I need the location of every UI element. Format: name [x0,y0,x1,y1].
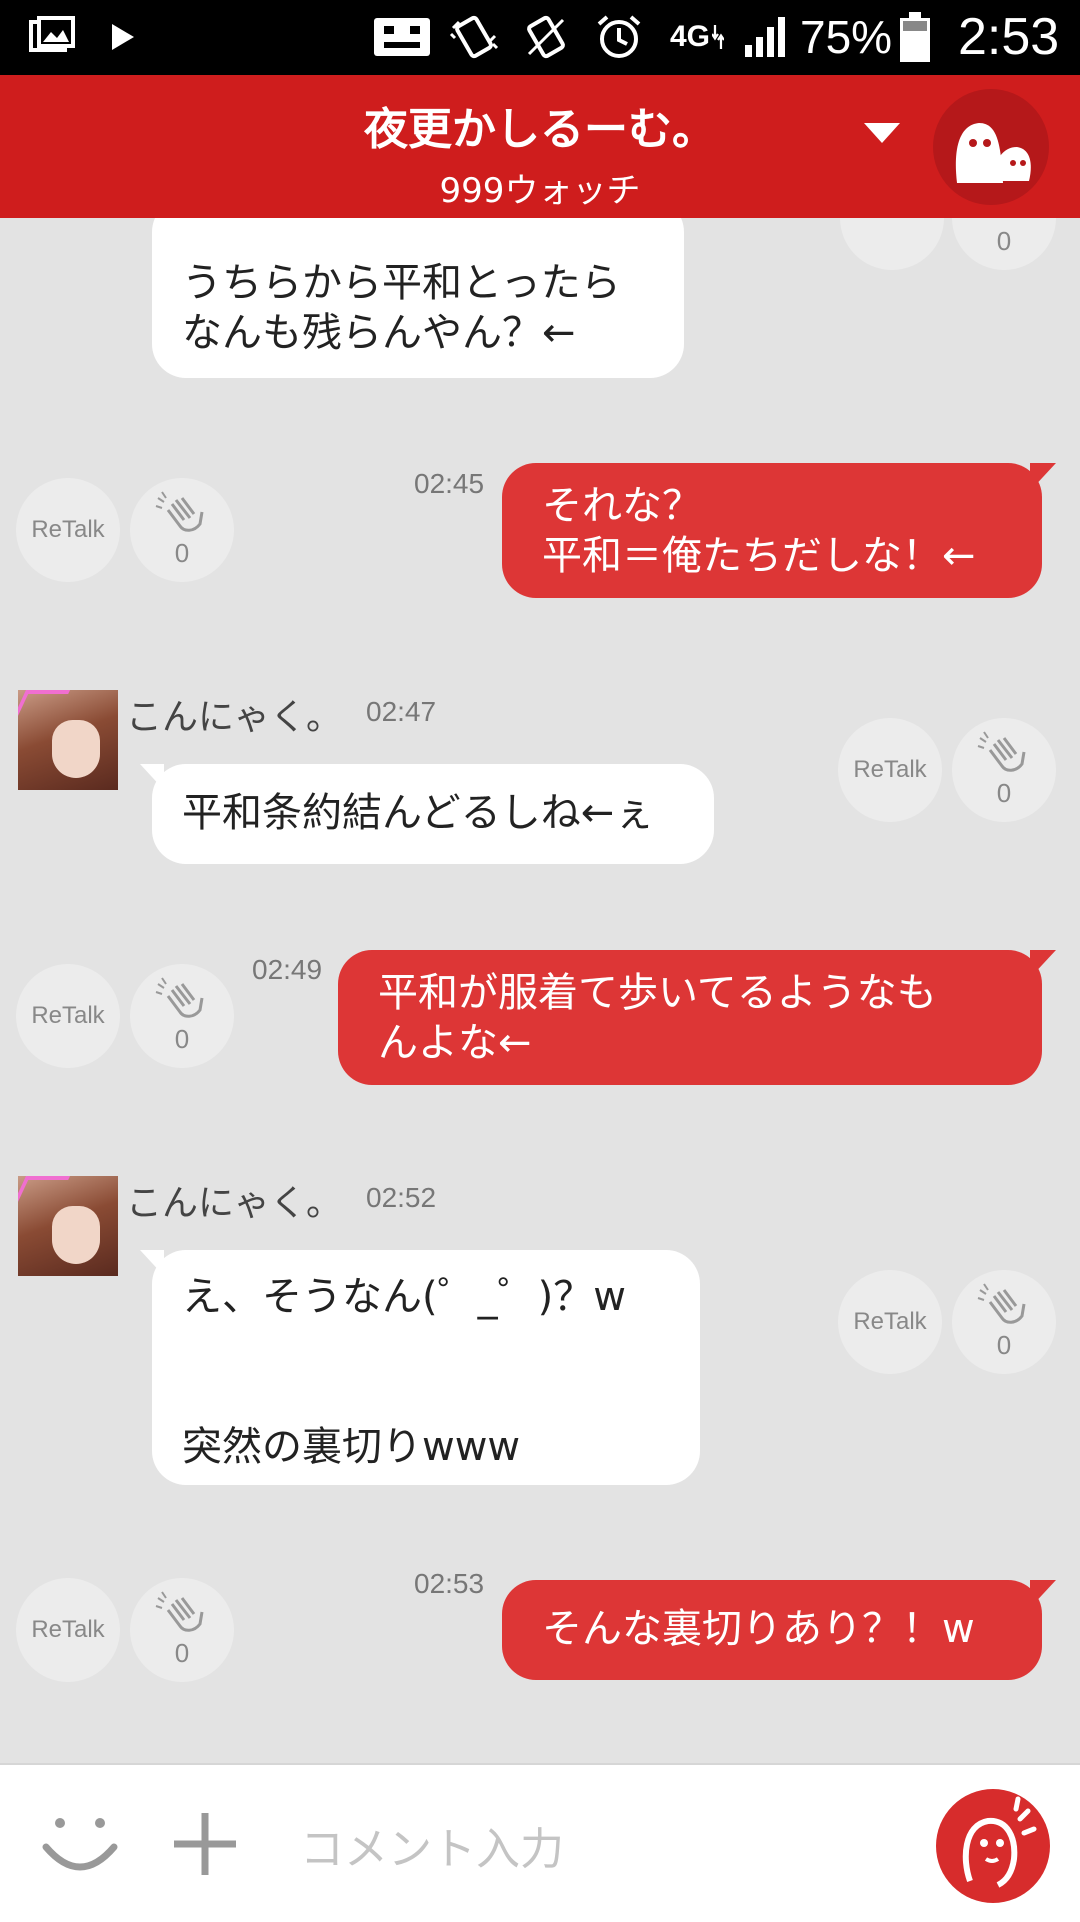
comment-bar: コメント入力 [0,1763,1080,1922]
emoji-icon[interactable] [40,1809,120,1883]
sender-avatar[interactable] [18,690,118,790]
sender-avatar[interactable] [18,1176,118,1276]
play-notification-icon [108,14,138,60]
chat-timeline[interactable]: うちらから平和とったら なんも残らんやん？← 0 ReTalk 0 02:45 … [0,218,1080,1763]
status-bar: 4G 75% 2:53 [0,0,1080,75]
retalk-button[interactable] [840,218,944,270]
room-title[interactable]: 夜更かしるーむ。 [0,93,1080,157]
message-line: そんな裏切りあり？！w [542,1606,975,1652]
message-line: 平和が服着て歩いてるようなも [378,970,937,1016]
incoming-message-bubble[interactable]: 平和条約結んどるしね←ぇ [140,764,714,864]
clap-count: 0 [996,778,1012,808]
clap-button[interactable]: 0 [952,718,1056,822]
sender-name: こんにゃく。 [126,1183,343,1224]
clap-button[interactable]: 0 [130,964,234,1068]
gallery-notification-icon [28,14,78,60]
add-attachment-icon[interactable] [170,1809,240,1883]
comment-input[interactable]: コメント入力 [300,1813,564,1877]
message-line: うちらから平和とったら [182,260,621,306]
message-time: 02:49 [252,954,323,985]
retalk-button[interactable]: ReTalk [838,718,942,822]
voicemail-icon [372,14,432,60]
battery-icon [898,12,932,62]
message-line: なんも残らんやん？← [182,310,576,356]
outgoing-message-bubble[interactable]: そんな裏切りあり？！w [502,1580,1056,1680]
clap-count: 0 [996,226,1012,256]
clap-icon [155,977,204,1018]
clock: 2:53 [958,8,1060,66]
clap-icon [155,491,204,532]
incoming-message-bubble[interactable]: うちらから平和とったら なんも残らんやん？← [140,218,684,378]
clap-icon [155,1591,204,1632]
message-line: 平和条約結んどるしね←ぇ [182,790,655,836]
incoming-message-bubble[interactable]: え、そうなん(゜_゜)？w 突然の裏切りwww [140,1250,700,1485]
clap-button[interactable]: 0 [952,218,1056,270]
clap-count: 0 [174,1024,190,1054]
message-line: それな？ [542,483,702,529]
shout-icon [962,1796,1037,1888]
sender-name: こんにゃく。 [126,697,343,738]
retalk-button[interactable]: ReTalk [16,964,120,1068]
message-line: え、そうなん(゜_゜)？w [182,1274,626,1320]
message-line: んよな← [378,1020,532,1066]
message-line: 突然の裏切りwww [182,1424,521,1470]
clap-count: 0 [996,1330,1012,1360]
alarm-icon [594,14,644,60]
clap-button[interactable]: 0 [130,1578,234,1682]
message-line [182,1322,670,1372]
message-time: 02:52 [366,1182,437,1213]
message-line [182,1372,670,1422]
signal-icon [742,14,790,60]
battery-percent: 75% [800,11,893,63]
clap-count: 0 [174,1638,190,1668]
send-button[interactable] [936,1789,1050,1903]
message-time: 02:53 [414,1568,485,1599]
retalk-button[interactable]: ReTalk [16,1578,120,1682]
retalk-button[interactable]: ReTalk [16,478,120,582]
outgoing-message-bubble[interactable]: 平和が服着て歩いてるようなも んよな← [338,950,1056,1085]
chat-header: 夜更かしるーむ。 999ウォッチ [0,75,1080,218]
network-type-icon: 4G [670,14,724,60]
vibrate-icon [448,14,500,60]
clap-button[interactable]: 0 [130,478,234,582]
retalk-button[interactable]: ReTalk [838,1270,942,1374]
message-time: 02:47 [366,696,437,727]
clap-icon [977,731,1026,772]
clap-count: 0 [174,538,190,568]
clap-button[interactable]: 0 [952,1270,1056,1374]
watch-count: 999ウォッチ [439,171,641,211]
message-line: 平和＝俺たちだしな！← [542,533,976,579]
message-time: 02:45 [414,468,485,499]
silent-icon [522,14,570,60]
clap-icon [977,1283,1026,1324]
members-ghost-icon[interactable] [933,89,1049,205]
outgoing-message-bubble[interactable]: それな？ 平和＝俺たちだしな！← [502,463,1056,598]
chevron-down-icon[interactable] [862,119,902,149]
